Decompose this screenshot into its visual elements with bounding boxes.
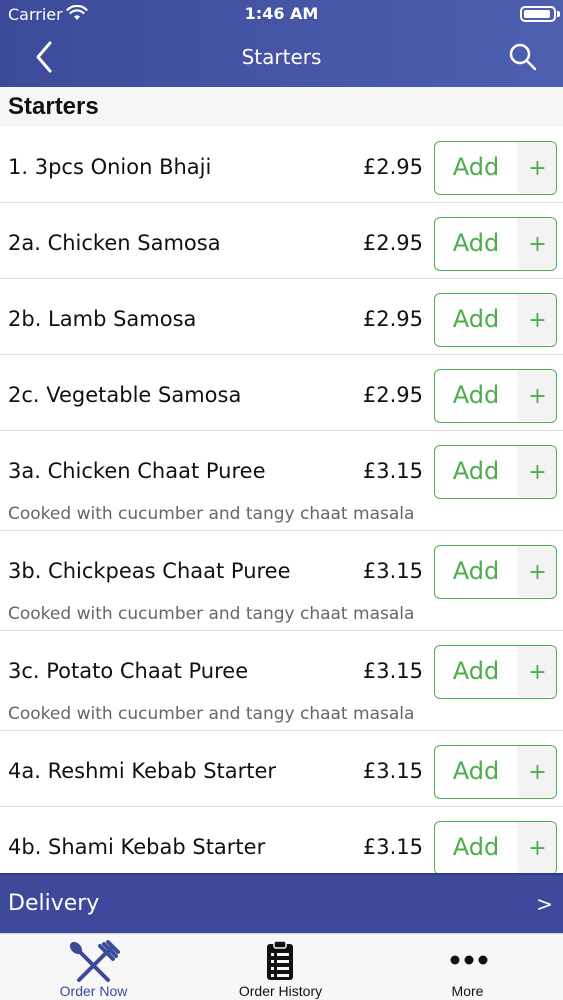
plus-icon: +	[517, 646, 556, 697]
battery-icon	[520, 6, 560, 22]
item-price: £2.95	[362, 383, 423, 407]
add-button[interactable]: Add +	[434, 293, 557, 347]
item-name: 2b. Lamb Samosa	[8, 307, 197, 331]
plus-icon: +	[517, 370, 556, 421]
item-price: £2.95	[362, 307, 423, 331]
item-name: 1. 3pcs Onion Bhaji	[8, 155, 212, 179]
fork-knife-icon	[69, 940, 120, 982]
item-name: 3c. Potato Chaat Puree	[8, 659, 249, 683]
add-button[interactable]: Add +	[434, 445, 557, 499]
delivery-label: Delivery	[8, 891, 100, 916]
delivery-bar[interactable]: Delivery >	[0, 873, 563, 933]
item-price: £2.95	[362, 155, 423, 179]
item-price: £2.95	[362, 231, 423, 255]
item-name: 2a. Chicken Samosa	[8, 231, 221, 255]
add-label: Add	[452, 833, 500, 861]
item-name: 4b. Shami Kebab Starter	[8, 835, 266, 859]
add-button[interactable]: Add +	[434, 369, 557, 423]
add-label: Add	[452, 305, 500, 333]
add-button[interactable]: Add +	[434, 745, 557, 799]
add-button[interactable]: Add +	[434, 821, 557, 873]
add-label: Add	[452, 153, 500, 181]
item-name: 3b. Chickpeas Chaat Puree	[8, 559, 291, 583]
plus-icon: +	[517, 822, 556, 873]
item-price: £3.15	[362, 759, 423, 783]
tab-label: Order Now	[59, 983, 128, 999]
status-time: 1:46 AM	[244, 4, 319, 23]
more-dots-icon	[450, 955, 488, 965]
item-price: £3.15	[362, 835, 423, 859]
status-bar: Carrier 1:46 AM	[0, 0, 563, 30]
add-label: Add	[452, 757, 500, 785]
add-label: Add	[452, 457, 500, 485]
item-name: 2c. Vegetable Samosa	[8, 383, 242, 407]
nav-title: Starters	[241, 45, 322, 69]
section-header: Starters	[0, 87, 563, 127]
item-price: £3.15	[362, 559, 423, 583]
item-description: Cooked with cucumber and tangy chaat mas…	[8, 604, 415, 624]
plus-icon: +	[517, 294, 556, 345]
menu-item: 4a. Reshmi Kebab Starter £3.15 Add +	[0, 731, 563, 807]
add-button[interactable]: Add +	[434, 217, 557, 271]
menu-item: 3a. Chicken Chaat Puree £3.15 Cooked wit…	[0, 431, 563, 531]
add-button[interactable]: Add +	[434, 141, 557, 195]
chevron-right-icon: >	[536, 892, 553, 916]
top-bar: Carrier 1:46 AM Starters	[0, 0, 563, 87]
add-label: Add	[452, 657, 500, 685]
tab-label: More	[451, 983, 484, 999]
item-name: 3a. Chicken Chaat Puree	[8, 459, 266, 483]
menu-item: 4b. Shami Kebab Starter £3.15 Add +	[0, 807, 563, 873]
menu-item: 2b. Lamb Samosa £2.95 Add +	[0, 279, 563, 355]
menu-list: 1. 3pcs Onion Bhaji £2.95 Add + 2a. Chic…	[0, 127, 563, 873]
item-price: £3.15	[362, 459, 423, 483]
search-icon[interactable]	[508, 42, 538, 72]
tab-bar: Order Now Order History More	[0, 933, 563, 1000]
menu-item: 3c. Potato Chaat Puree £3.15 Cooked with…	[0, 631, 563, 731]
menu-item: 1. 3pcs Onion Bhaji £2.95 Add +	[0, 127, 563, 203]
tab-order-now[interactable]: Order Now	[0, 934, 187, 1000]
plus-icon: +	[517, 218, 556, 269]
item-description: Cooked with cucumber and tangy chaat mas…	[8, 504, 415, 524]
plus-icon: +	[517, 546, 556, 597]
plus-icon: +	[517, 446, 556, 497]
plus-icon: +	[517, 746, 556, 797]
add-button[interactable]: Add +	[434, 545, 557, 599]
tab-more[interactable]: More	[374, 934, 561, 1000]
add-label: Add	[452, 557, 500, 585]
clipboard-list-icon	[267, 940, 293, 980]
menu-item: 3b. Chickpeas Chaat Puree £3.15 Cooked w…	[0, 531, 563, 631]
plus-icon: +	[517, 142, 556, 193]
item-price: £3.15	[362, 659, 423, 683]
item-name: 4a. Reshmi Kebab Starter	[8, 759, 277, 783]
item-description: Cooked with cucumber and tangy chaat mas…	[8, 704, 415, 724]
add-button[interactable]: Add +	[434, 645, 557, 699]
tab-label: Order History	[238, 983, 323, 999]
menu-item: 2a. Chicken Samosa £2.95 Add +	[0, 203, 563, 279]
add-label: Add	[452, 229, 500, 257]
menu-item: 2c. Vegetable Samosa £2.95 Add +	[0, 355, 563, 431]
add-label: Add	[452, 381, 500, 409]
tab-order-history[interactable]: Order History	[187, 934, 374, 1000]
